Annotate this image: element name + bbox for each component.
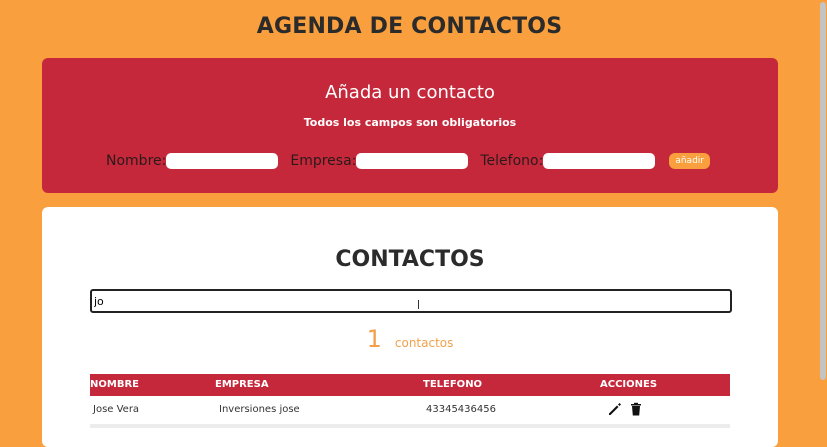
table-header: NOMBRE EMPRESA TELEFONO ACCIONES [90, 374, 730, 396]
app-title: AGENDA DE CONTACTOS [256, 14, 563, 39]
scrollbar-thumb[interactable] [820, 2, 826, 380]
text-cursor-icon [418, 300, 419, 309]
contacts-table: NOMBRE EMPRESA TELEFONO ACCIONES Jose Ve… [90, 374, 730, 428]
cell-nombre: Jose Vera [93, 404, 140, 415]
table-row: Jose Vera Inversiones jose 43345436456 [90, 396, 730, 422]
form-subtitle: Todos los campos son obligatorios [303, 116, 517, 129]
empresa-label: Empresa: [290, 153, 357, 169]
column-telefono: TELEFONO [423, 379, 483, 390]
empresa-input[interactable] [356, 153, 469, 169]
column-acciones: ACCIONES [600, 379, 658, 390]
trash-icon[interactable] [628, 401, 644, 417]
cell-empresa: Inversiones jose [219, 404, 300, 415]
count-label: contactos [394, 336, 454, 350]
telefono-input[interactable] [543, 153, 656, 169]
contacts-title: CONTACTOS [335, 247, 485, 272]
form-title: Añada un contacto [325, 82, 495, 103]
telefono-label: Telefono: [480, 153, 544, 169]
column-empresa: EMPRESA [215, 379, 269, 390]
count-number: 1 [366, 325, 382, 353]
nombre-label: Nombre: [106, 153, 167, 169]
add-button[interactable]: añadir [669, 153, 710, 169]
nombre-input[interactable] [166, 153, 279, 169]
form-row: Nombre: Empresa: Telefono: añadir [106, 150, 710, 172]
search-input[interactable] [90, 289, 732, 313]
column-nombre: NOMBRE [90, 379, 139, 390]
scrollbar[interactable] [819, 0, 827, 427]
contact-count: 1 contactos [42, 325, 778, 353]
cell-telefono: 43345436456 [426, 404, 496, 415]
add-contact-card: Añada un contacto Todos los campos son o… [42, 58, 778, 193]
row-divider [90, 424, 730, 428]
contacts-card: CONTACTOS 1 contactos NOMBRE EMPRESA TEL… [42, 207, 778, 447]
pencil-icon[interactable] [607, 401, 623, 417]
